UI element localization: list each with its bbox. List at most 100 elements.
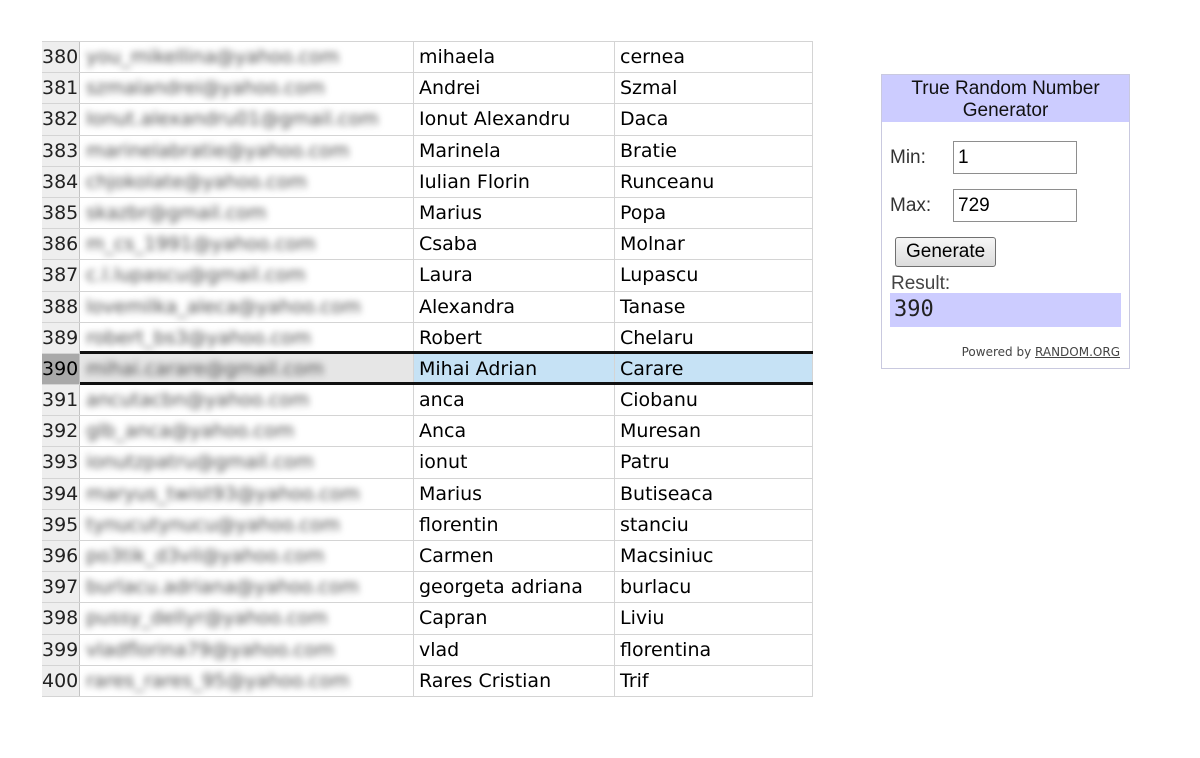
- row-number[interactable]: 381: [42, 73, 80, 104]
- random-org-link[interactable]: RANDOM.ORG: [1035, 345, 1120, 359]
- table-row[interactable]: 396 po3tik_d3vil@yahoo.com Carmen Macsiniuc: [42, 541, 813, 573]
- last-name-cell[interactable]: Macsiniuc: [615, 541, 813, 572]
- first-name-cell[interactable]: Capran: [414, 603, 615, 634]
- table-row[interactable]: 387 c.l.lupascu@gmail.com Laura Lupascu: [42, 260, 813, 292]
- last-name-cell[interactable]: Runceanu: [615, 166, 813, 197]
- row-number[interactable]: 398: [42, 603, 80, 634]
- table-row[interactable]: 399 vladflorina79@yahoo.com vlad florentina: [42, 634, 813, 666]
- table-row[interactable]: 400 rares_rares_95@yahoo.com Rares Cristia…: [42, 665, 813, 697]
- first-name-cell[interactable]: Ionut Alexandru: [414, 104, 615, 135]
- email-cell[interactable]: vladflorina79@yahoo.com: [80, 634, 414, 665]
- table-row[interactable]: 394 maryus_twist93@yahoo.com Marius Butisea…: [42, 478, 813, 510]
- email-cell[interactable]: szmalandrei@yahoo.com: [80, 73, 414, 104]
- row-number[interactable]: 399: [42, 634, 80, 665]
- email-cell[interactable]: maryus_twist93@yahoo.com: [80, 478, 414, 509]
- row-number[interactable]: 397: [42, 572, 80, 603]
- last-name-cell[interactable]: stanciu: [615, 509, 813, 540]
- first-name-cell[interactable]: Alexandra: [414, 291, 615, 322]
- table-row[interactable]: 388 lovemilka_aleca@yahoo.com Alexandra Tan…: [42, 291, 813, 323]
- first-name-cell[interactable]: Anca: [414, 416, 615, 447]
- row-number[interactable]: 395: [42, 509, 80, 540]
- last-name-cell[interactable]: Lupascu: [615, 260, 813, 291]
- email-cell[interactable]: glb_anca@yahoo.com: [80, 416, 414, 447]
- row-number[interactable]: 383: [42, 135, 80, 166]
- row-number[interactable]: 390: [42, 353, 80, 385]
- first-name-cell[interactable]: Iulian Florin: [414, 166, 615, 197]
- last-name-cell[interactable]: cernea: [615, 42, 813, 73]
- table-row[interactable]: 395 tynucutynucu@yahoo.com florentin stanci…: [42, 509, 813, 541]
- table-row[interactable]: 384 chjokolate@yahoo.com Iulian Florin Runc…: [42, 166, 813, 198]
- last-name-cell[interactable]: Patru: [615, 447, 813, 478]
- last-name-cell[interactable]: Daca: [615, 104, 813, 135]
- email-cell[interactable]: ancutacbn@yahoo.com: [80, 385, 414, 416]
- last-name-cell[interactable]: Liviu: [615, 603, 813, 634]
- last-name-cell[interactable]: Tanase: [615, 291, 813, 322]
- first-name-cell[interactable]: anca: [414, 385, 615, 416]
- email-cell[interactable]: tynucutynucu@yahoo.com: [80, 509, 414, 540]
- email-cell[interactable]: chjokolate@yahoo.com: [80, 166, 414, 197]
- first-name-cell[interactable]: Mihai Adrian: [414, 353, 615, 385]
- first-name-cell[interactable]: Marius: [414, 478, 615, 509]
- row-number[interactable]: 400: [42, 665, 80, 696]
- row-number[interactable]: 380: [42, 42, 80, 73]
- first-name-cell[interactable]: Marinela: [414, 135, 615, 166]
- email-cell[interactable]: robert_bs3@yahoo.com: [80, 322, 414, 353]
- row-number[interactable]: 396: [42, 541, 80, 572]
- email-cell[interactable]: marinelabratie@yahoo.com: [80, 135, 414, 166]
- last-name-cell[interactable]: Chelaru: [615, 322, 813, 353]
- email-cell[interactable]: po3tik_d3vil@yahoo.com: [80, 541, 414, 572]
- email-cell[interactable]: rares_rares_95@yahoo.com: [80, 665, 414, 696]
- row-number[interactable]: 394: [42, 478, 80, 509]
- row-number[interactable]: 387: [42, 260, 80, 291]
- last-name-cell[interactable]: Bratie: [615, 135, 813, 166]
- row-number[interactable]: 385: [42, 197, 80, 229]
- email-cell[interactable]: burlacu.adriana@yahoo.com: [80, 572, 414, 603]
- max-input[interactable]: [953, 189, 1077, 222]
- table-row[interactable]: 392 glb_anca@yahoo.com Anca Muresan: [42, 416, 813, 448]
- table-row[interactable]: 386 m_cs_1991@yahoo.com Csaba Molnar: [42, 229, 813, 261]
- table-row[interactable]: 397 burlacu.adriana@yahoo.com georgeta adr…: [42, 572, 813, 604]
- table-row[interactable]: 385 skazbr@gmail.com Marius Popa: [42, 197, 813, 230]
- row-number[interactable]: 391: [42, 385, 80, 416]
- last-name-cell[interactable]: Butiseaca: [615, 478, 813, 509]
- row-number[interactable]: 386: [42, 229, 80, 260]
- first-name-cell[interactable]: vlad: [414, 634, 615, 665]
- last-name-cell[interactable]: burlacu: [615, 572, 813, 603]
- first-name-cell[interactable]: Laura: [414, 260, 615, 291]
- first-name-cell[interactable]: Carmen: [414, 541, 615, 572]
- last-name-cell[interactable]: Ciobanu: [615, 385, 813, 416]
- first-name-cell[interactable]: Robert: [414, 322, 615, 353]
- row-number[interactable]: 393: [42, 447, 80, 478]
- last-name-cell[interactable]: Szmal: [615, 73, 813, 104]
- last-name-cell[interactable]: florentina: [615, 634, 813, 665]
- email-cell[interactable]: mihai.carare@gmail.com: [80, 353, 414, 385]
- email-cell[interactable]: pussy_dellyr@yahoo.com: [80, 603, 414, 634]
- table-row[interactable]: 380 you_mikellina@yahoo.com mihaela cernea: [42, 42, 813, 74]
- email-cell[interactable]: Ionut.alexandru01@gmail.com: [80, 104, 414, 135]
- first-name-cell[interactable]: mihaela: [414, 42, 615, 73]
- email-cell[interactable]: lovemilka_aleca@yahoo.com: [80, 291, 414, 322]
- first-name-cell[interactable]: Csaba: [414, 229, 615, 260]
- row-number[interactable]: 388: [42, 291, 80, 322]
- generate-button[interactable]: Generate: [895, 237, 997, 267]
- row-number[interactable]: 389: [42, 322, 80, 353]
- first-name-cell[interactable]: ionut: [414, 447, 615, 478]
- first-name-cell[interactable]: florentin: [414, 509, 615, 540]
- table-row[interactable]: 389 robert_bs3@yahoo.com Robert Chelaru: [42, 322, 813, 354]
- first-name-cell[interactable]: Rares Cristian: [414, 665, 615, 696]
- first-name-cell[interactable]: Andrei: [414, 73, 615, 104]
- row-number[interactable]: 382: [42, 104, 80, 135]
- row-number[interactable]: 384: [42, 166, 80, 197]
- email-cell[interactable]: ionutzpatru@gmail.com: [80, 447, 414, 478]
- table-row[interactable]: 398 pussy_dellyr@yahoo.com Capran Liviu: [42, 603, 813, 635]
- email-cell[interactable]: m_cs_1991@yahoo.com: [80, 229, 414, 260]
- table-row[interactable]: 381 szmalandrei@yahoo.com Andrei Szmal: [42, 73, 813, 105]
- table-row[interactable]: 383 marinelabratie@yahoo.com Marinela Brati…: [42, 135, 813, 167]
- first-name-cell[interactable]: Marius: [414, 197, 615, 229]
- first-name-cell[interactable]: georgeta adriana: [414, 572, 615, 603]
- table-row[interactable]: 391 ancutacbn@yahoo.com anca Ciobanu: [42, 385, 813, 417]
- table-row[interactable]: 382 Ionut.alexandru01@gmail.com Ionut Alex…: [42, 104, 813, 136]
- last-name-cell[interactable]: Trif: [615, 665, 813, 696]
- last-name-cell[interactable]: Popa: [615, 197, 813, 229]
- row-number[interactable]: 392: [42, 416, 80, 447]
